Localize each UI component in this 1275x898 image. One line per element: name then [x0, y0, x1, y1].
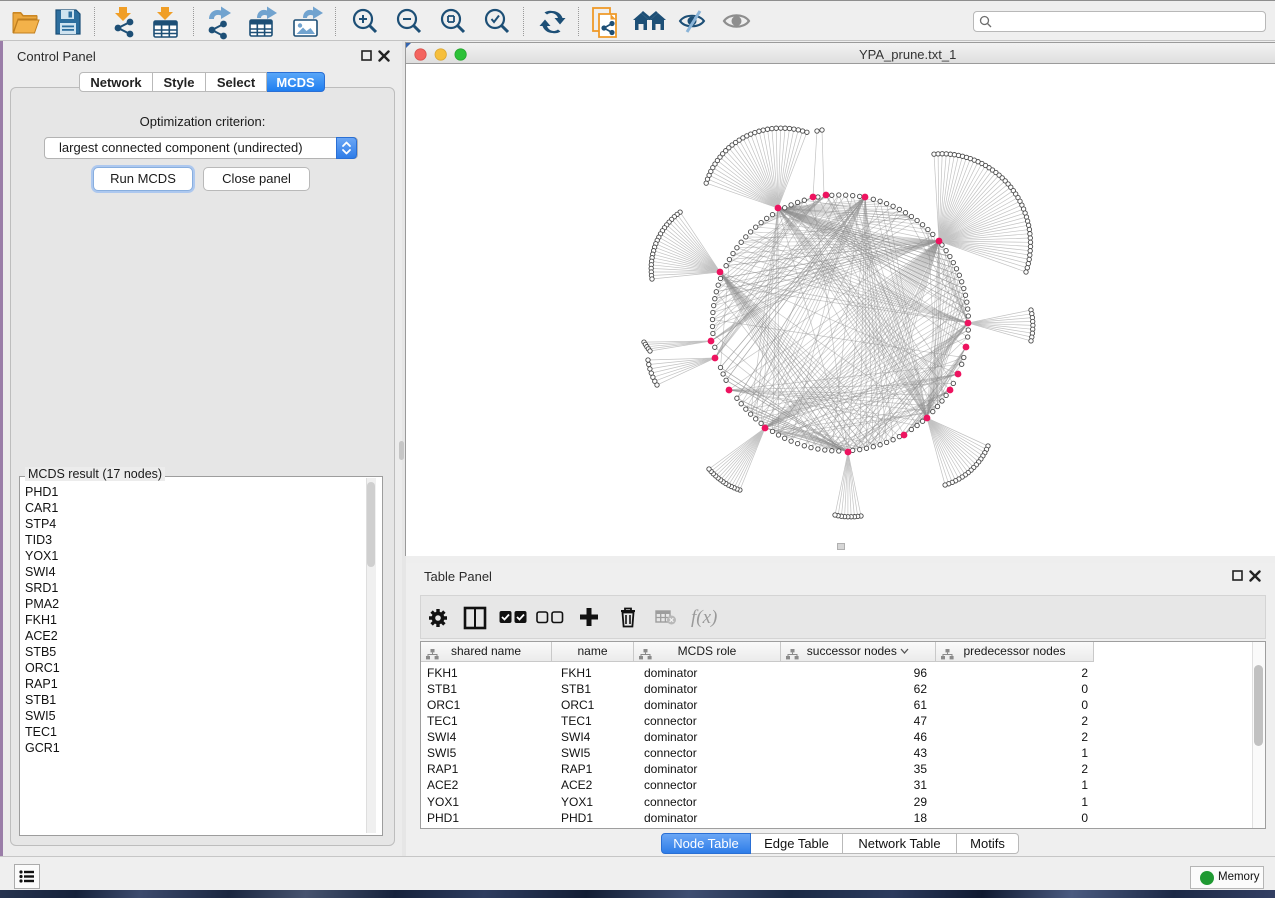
svg-text:f(x): f(x) — [691, 607, 717, 628]
